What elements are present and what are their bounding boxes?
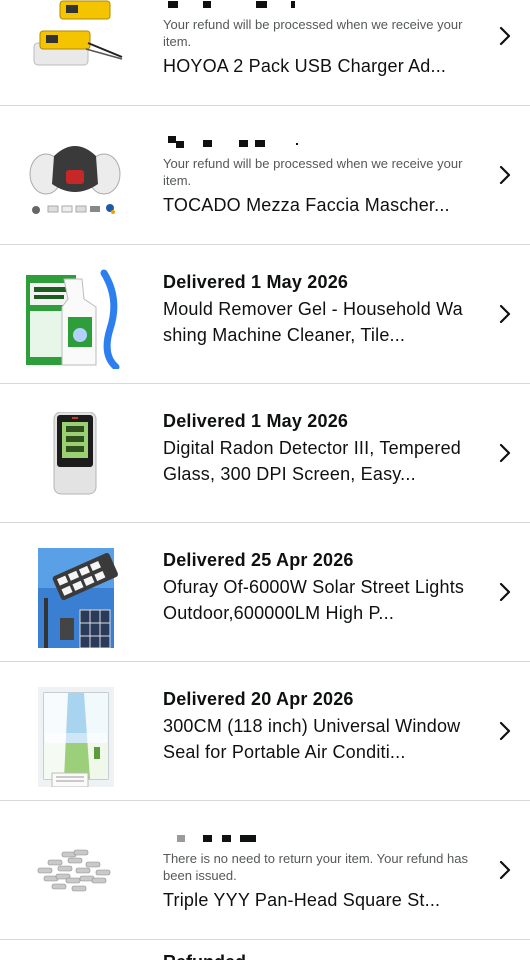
order-row[interactable]: Your refund will be processed when we re… <box>0 0 530 106</box>
product-title[interactable]: Digital Radon Detector III, Tempered Gla… <box>163 435 468 487</box>
screws-pile-image <box>24 831 124 911</box>
status-text-redacted <box>163 132 468 154</box>
status-text-redacted <box>163 0 468 15</box>
delivery-status: Delivered 20 Apr 2026 <box>163 689 354 709</box>
product-title[interactable]: TOCADO Mezza Faccia Mascher... <box>163 192 468 218</box>
chevron-right-icon[interactable] <box>498 720 512 742</box>
product-title[interactable]: HOYOA 2 Pack USB Charger Ad... <box>163 53 468 79</box>
usb-charger-adapter-image <box>24 0 124 77</box>
chevron-right-icon[interactable] <box>498 164 512 186</box>
delivery-status: Delivered 1 May 2026 <box>163 272 349 292</box>
radon-detector-image <box>24 412 124 495</box>
chevron-right-icon[interactable] <box>498 581 512 603</box>
chevron-right-icon[interactable] <box>498 25 512 47</box>
chevron-right-icon[interactable] <box>498 303 512 325</box>
refund-note: Your refund will be processed when we re… <box>163 156 463 188</box>
order-row[interactable]: There is no need to return your item. Yo… <box>0 801 530 940</box>
solar-street-light-image <box>24 548 124 648</box>
chevron-right-icon[interactable] <box>498 859 512 881</box>
order-row[interactable]: Delivered 1 May 2026 Digital Radon Detec… <box>0 384 530 523</box>
product-title[interactable]: Mould Remover Gel - Household Washing Ma… <box>163 296 468 348</box>
chevron-right-icon[interactable] <box>498 442 512 464</box>
half-face-respirator-mask-image <box>24 136 124 216</box>
product-title[interactable]: Ofuray Of-6000W Solar Street Lights Outd… <box>163 574 468 626</box>
delivery-status: Delivered 1 May 2026 <box>163 411 349 431</box>
order-row[interactable]: Delivered 1 May 2026 Mould Remover Gel -… <box>0 245 530 384</box>
window-seal-image <box>24 687 124 787</box>
order-row[interactable]: Delivered 25 Apr 2026 Ofuray Of-6000W So… <box>0 523 530 662</box>
mould-remover-gel-image <box>24 269 124 369</box>
refund-note: There is no need to return your item. Yo… <box>163 851 468 883</box>
order-row[interactable]: Delivered 20 Apr 2026 300CM (118 inch) U… <box>0 662 530 801</box>
product-title[interactable]: 300CM (118 inch) Universal Window Seal f… <box>163 713 468 765</box>
status-text-redacted <box>163 827 468 849</box>
order-row[interactable]: Your refund will be processed when we re… <box>0 106 530 245</box>
delivery-status: Delivered 25 Apr 2026 <box>163 550 354 570</box>
product-title[interactable]: Triple YYY Pan-Head Square St... <box>163 887 468 913</box>
orders-list: Your refund will be processed when we re… <box>0 0 530 940</box>
next-order-status-peek: Refunded <box>163 951 246 960</box>
refund-note: Your refund will be processed when we re… <box>163 17 463 49</box>
